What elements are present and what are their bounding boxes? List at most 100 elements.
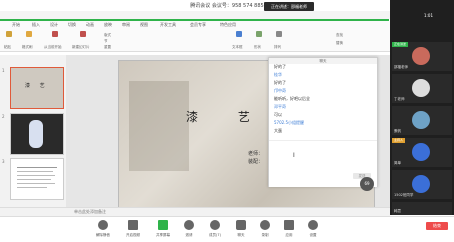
participants-panel: 1:01 正在讲述 邵福老师 丁老师 蛋帆 主持人 简单 1502班同学 韩萱 [390,0,454,215]
record-icon[interactable] [260,220,270,230]
meeting-title: 腾讯会议 会议号：958 574 885 [190,3,264,9]
chat-window: 聊天 好的了 桂华 好的了 邝中奇 能听听，好吧以后全 邓平奇 可以 5702.… [268,57,378,187]
participant-name: 1502班同学 [394,193,414,197]
ppt-ribbon: 开始 插入 设计 切换 动画 放映 审阅 视图 开发工具 会员专享 特色应用 粘… [0,21,390,52]
toolbar-label: 解除静音 [96,233,110,237]
ribbon-tab[interactable]: 开始 [12,22,20,28]
ribbon-group-label: 新建幻灯片 [72,45,90,49]
ribbon-tab[interactable]: 插入 [32,22,40,28]
chat-message: 大蛋 [274,128,282,133]
zoom-indicator[interactable]: 69 [360,177,374,191]
participant-name: 邵福老师 [394,65,408,69]
toolbar-label: 邀请 [185,233,193,237]
ribbon-group-label[interactable]: 重置 [104,45,111,50]
toolbar-label: 应用 [285,233,293,237]
share-screen-icon[interactable] [158,220,168,230]
new-slide-icon[interactable] [80,31,86,37]
chat-message: 好的了 [274,80,286,85]
toolbar-label: 录制 [261,233,269,237]
arrange-icon[interactable] [276,31,282,37]
replace-label[interactable]: 替换 [336,41,343,46]
ribbon-tab[interactable]: 动画 [86,22,94,28]
notes-placeholder: 单击此处添加备注 [74,209,106,214]
slide-thumbnail[interactable] [10,158,64,200]
microphone-icon[interactable] [98,220,108,230]
ribbon-tab[interactable]: 设计 [50,22,58,28]
ribbon-tab[interactable]: 切换 [68,22,76,28]
ribbon-group-label: 粘贴 [4,45,11,49]
text-caret: I [293,152,295,159]
host-tag: 主持人 [392,138,406,143]
settings-icon[interactable] [308,220,318,230]
chat-sender: 邓平奇 [274,104,286,109]
ribbon-group-label[interactable]: 节 [104,39,108,44]
end-label: 结束 [433,223,441,228]
slide-number: 2 [2,114,5,119]
invite-icon[interactable] [184,220,194,230]
sharing-badge[interactable]: 正在讲述：邵福老师 [264,2,314,11]
play-from-current-icon[interactable] [52,31,58,37]
members-icon[interactable] [210,220,220,230]
ribbon-group-label: 排列 [274,45,281,49]
ribbon-group-label[interactable]: 版式 [104,33,111,38]
participant-tile[interactable]: 主持人 简单 [392,138,452,167]
participant-name: 简单 [394,161,401,165]
meeting-window: 腾讯会议 会议号：958 574 885 正在讲述：邵福老师 开始 插入 设计 … [0,0,454,242]
ribbon-tab[interactable]: 视图 [140,22,148,28]
find-label[interactable]: 查找 [336,33,343,38]
ribbon-group-label: 格式刷 [22,45,33,49]
ribbon-tab[interactable]: 开发工具 [160,22,176,28]
chat-sender: 5702.5小组提醒 [274,120,304,125]
avatar [412,111,430,129]
end-meeting-button[interactable]: 结束 [426,222,448,230]
participant-tile[interactable]: 韩萱 [392,202,452,215]
ribbon-group-label: 从当前开始 [44,45,62,49]
avatar [412,47,430,65]
meeting-toolbar [0,216,454,242]
participant-tile[interactable]: 1502班同学 [392,170,452,199]
ribbon-tab[interactable]: 特色应用 [220,22,236,28]
slide-thumbnail[interactable]: 漆 艺 [10,67,64,109]
ribbon-group-label: 文本框 [232,45,243,49]
meeting-title-bar: 腾讯会议 会议号：958 574 885 [0,0,454,10]
camera-icon[interactable] [128,220,138,230]
toolbar-label: 开启视频 [126,233,140,237]
vase-image [29,120,43,148]
apps-icon[interactable] [284,220,294,230]
participant-tile[interactable]: 正在讲述 邵福老师 [392,42,452,71]
meeting-timer: 1:01 [424,13,433,18]
chat-message: 可以 [274,112,282,117]
ribbon-group-label: 形状 [254,45,261,49]
ribbon-tab[interactable]: 审阅 [122,22,130,28]
chat-sender: 邝中奇 [274,88,286,93]
ribbon-tab[interactable]: 会员专享 [190,22,206,28]
participant-tile[interactable]: 丁老师 [392,74,452,103]
chat-message: 能听听，好吧以后全 [274,96,310,101]
slide-teacher-label: 老师： [248,151,264,157]
chat-sender: 桂华 [274,72,282,77]
format-painter-icon[interactable] [26,31,32,37]
slide-number: 1 [2,68,5,73]
toolbar-label: 设置 [309,233,317,237]
slide-title: 漆 艺 [186,110,268,124]
chat-icon[interactable] [236,220,246,230]
share-status-strip [0,11,390,19]
textbox-icon[interactable] [236,31,242,37]
paste-icon[interactable] [6,31,12,37]
participant-name: 韩萱 [394,209,401,213]
participant-tile[interactable]: 蛋帆 [392,106,452,135]
slides-panel: 1 漆 艺 2 3 [0,55,66,215]
slide-number: 3 [2,159,5,164]
ribbon-tab[interactable]: 放映 [104,22,112,28]
toolbar-label: 聊天 [237,233,245,237]
slide-thumbnail[interactable] [10,113,64,155]
avatar [412,175,430,193]
participant-name: 丁老师 [394,97,405,101]
notes-bar[interactable]: 单击此处添加备注 [0,207,390,216]
avatar [412,79,430,97]
chat-message: 好的了 [274,64,286,69]
toolbar-label: 共享屏幕 [156,233,170,237]
avatar [412,143,430,161]
participant-name: 蛋帆 [394,129,401,133]
shape-icon[interactable] [256,31,262,37]
